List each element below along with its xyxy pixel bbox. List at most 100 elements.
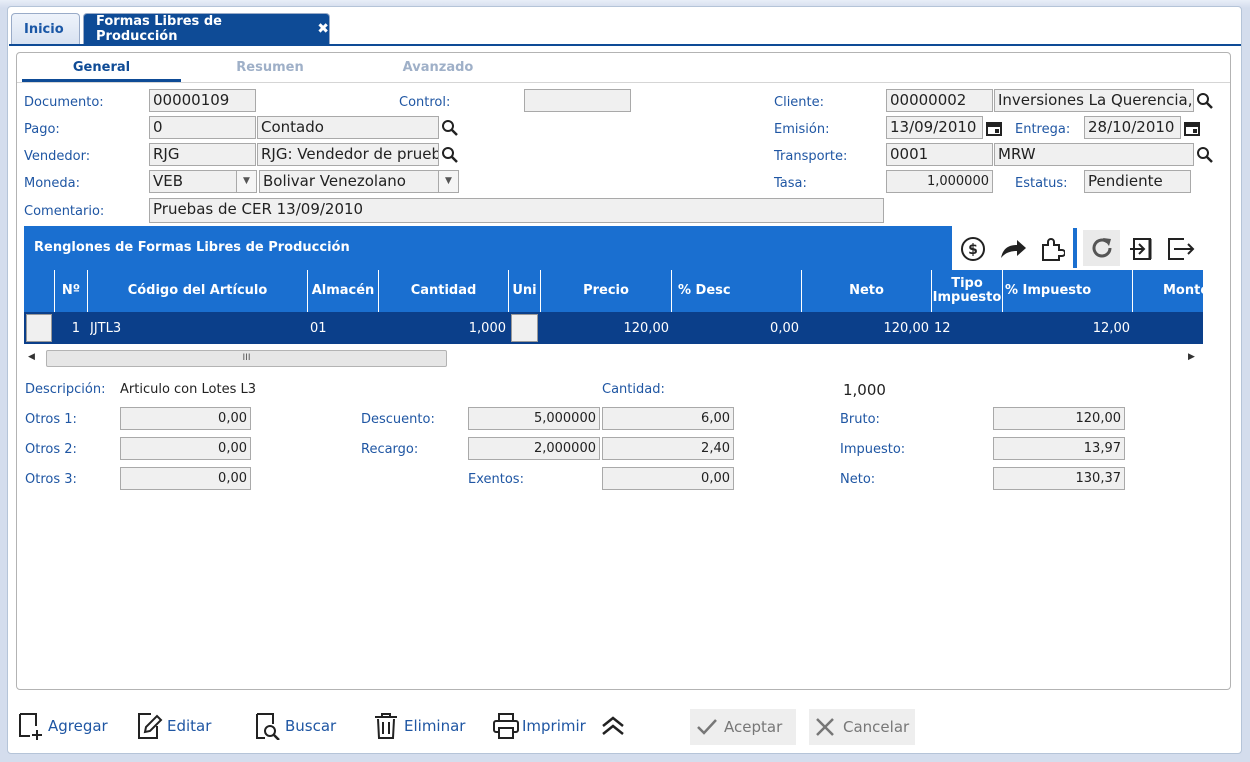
exit-icon[interactable] (1163, 234, 1199, 264)
column-header-n[interactable]: Nº (55, 270, 88, 312)
forward-icon[interactable] (997, 234, 1029, 264)
tab-formas-libres[interactable]: Formas Libres de Producción ✖ (83, 13, 330, 44)
search-button-label: Buscar (285, 717, 337, 735)
cell-neto: 120,00 (883, 320, 930, 336)
recargo-amt-field[interactable]: 2,40 (602, 437, 734, 460)
add-button[interactable]: Agregar (18, 712, 108, 740)
impuesto-field[interactable]: 13,97 (993, 437, 1125, 460)
search-icon[interactable] (440, 118, 460, 138)
tab-inicio-label: Inicio (24, 21, 64, 37)
cell-uni-box[interactable] (511, 314, 538, 342)
exentos-field[interactable]: 0,00 (602, 467, 734, 490)
chevron-down-icon[interactable]: ▼ (438, 171, 458, 192)
recargo-pct-field[interactable]: 2,000000 (468, 437, 600, 460)
cell-n: 1 (71, 320, 80, 336)
accept-button[interactable]: Aceptar (690, 709, 796, 745)
tasa-field[interactable]: 1,000000 (886, 170, 993, 193)
comentario-field[interactable]: Pruebas de CER 13/09/2010 (149, 198, 884, 223)
estatus-field[interactable]: Pendiente (1084, 170, 1191, 193)
column-header-precio[interactable]: Precio (541, 270, 672, 312)
column-header-almacen[interactable]: Almacén (308, 270, 379, 312)
close-icon[interactable]: ✖ (317, 21, 329, 37)
puzzle-icon[interactable] (1036, 234, 1068, 264)
calendar-icon[interactable] (984, 118, 1004, 138)
calendar-icon[interactable] (1182, 118, 1202, 138)
scroll-left-arrow-icon[interactable]: ◀ (28, 352, 35, 362)
subtab-general[interactable]: General (22, 60, 181, 80)
add-button-label: Agregar (48, 717, 108, 735)
scroll-right-arrow-icon[interactable]: ▶ (1188, 352, 1195, 362)
column-header-uni[interactable]: Uni (509, 270, 541, 312)
transporte-name-field[interactable]: MRW (994, 143, 1194, 166)
column-header-desc[interactable]: % Desc (672, 270, 802, 312)
cancel-button[interactable]: Cancelar (809, 709, 915, 745)
entrega-field[interactable]: 28/10/2010 (1084, 116, 1181, 139)
add-icon (19, 713, 42, 740)
chevron-up-double-icon[interactable] (601, 715, 625, 741)
transporte-label: Transporte: (774, 149, 848, 164)
otros2-field[interactable]: 0,00 (120, 437, 251, 460)
comentario-label: Comentario: (24, 204, 105, 219)
pago-name-field[interactable]: Contado (257, 116, 439, 139)
subtab-avanzado[interactable]: Avanzado (358, 60, 518, 80)
documento-field[interactable]: 00000109 (149, 89, 256, 112)
trash-icon (375, 713, 397, 739)
descuento-amt-field[interactable]: 6,00 (602, 407, 734, 430)
moneda-name-value: Bolivar Venezolano (263, 172, 406, 190)
toolbar-separator (1073, 228, 1077, 268)
print-button-label: Imprimir (522, 717, 586, 735)
emision-label: Emisión: (774, 122, 830, 137)
cliente-code-field[interactable]: 00000002 (886, 89, 993, 112)
printer-icon (493, 713, 519, 739)
insert-row-icon[interactable] (1125, 234, 1157, 264)
subtab-divider (17, 82, 1230, 83)
edit-button[interactable]: Editar (137, 712, 211, 740)
search-icon[interactable] (1195, 91, 1215, 111)
moneda-code-value: VEB (153, 172, 184, 190)
descuento-pct-field[interactable]: 5,000000 (468, 407, 600, 430)
edit-icon (138, 713, 163, 739)
moneda-code-select[interactable]: VEB ▼ (149, 170, 257, 193)
emision-field[interactable]: 13/09/2010 (886, 116, 983, 139)
delete-button[interactable]: Eliminar (374, 712, 465, 740)
column-header-pct-impuesto[interactable]: % Impuesto (1003, 270, 1133, 312)
refresh-icon[interactable] (1083, 230, 1120, 266)
subtab-resumen[interactable]: Resumen (190, 60, 350, 80)
moneda-name-select[interactable]: Bolivar Venezolano ▼ (259, 170, 459, 193)
control-field[interactable] (524, 89, 631, 112)
otros1-field[interactable]: 0,00 (120, 407, 251, 430)
currency-icon[interactable]: $ (958, 234, 988, 264)
tab-inicio[interactable]: Inicio (11, 13, 80, 44)
neto-field[interactable]: 130,37 (993, 467, 1125, 490)
documento-label: Documento: (24, 95, 104, 110)
cliente-name-field[interactable]: Inversiones La Querencia, C (994, 89, 1194, 112)
column-header-select[interactable] (24, 270, 55, 312)
edit-button-label: Editar (167, 717, 212, 735)
recargo-label: Recargo: (361, 442, 419, 457)
transporte-code-field[interactable]: 0001 (886, 143, 993, 166)
cancel-button-label: Cancelar (843, 718, 910, 736)
print-button[interactable]: Imprimir (493, 712, 586, 740)
check-icon (697, 719, 717, 735)
search-icon[interactable] (440, 145, 460, 165)
cell-pct-impuesto: 12,00 (1092, 320, 1130, 336)
pago-code-field[interactable]: 0 (149, 116, 256, 139)
vendedor-code-field[interactable]: RJG (149, 143, 256, 166)
scroll-thumb[interactable]: III (46, 350, 447, 367)
tab-underline (9, 44, 1241, 46)
otros1-label: Otros 1: (25, 412, 77, 427)
descripcion-value: Articulo con Lotes L3 (120, 382, 256, 397)
search-button[interactable]: Buscar (255, 712, 336, 740)
column-header-tipo-impuesto[interactable]: Tipo Impuesto (932, 270, 1003, 312)
vendedor-name-field[interactable]: RJG: Vendedor de prueba (257, 143, 439, 166)
otros3-field[interactable]: 0,00 (120, 467, 251, 490)
bruto-field[interactable]: 120,00 (993, 407, 1125, 430)
column-header-neto[interactable]: Neto (802, 270, 932, 312)
bruto-label: Bruto: (840, 412, 880, 427)
column-header-codigo[interactable]: Código del Artículo (88, 270, 308, 312)
column-header-cantidad[interactable]: Cantidad (379, 270, 509, 312)
chevron-down-icon[interactable]: ▼ (236, 171, 256, 192)
row-select-checkbox[interactable] (26, 314, 52, 342)
column-header-monto-impuesto[interactable]: Monto Impuesto (1133, 270, 1203, 312)
search-icon[interactable] (1195, 145, 1215, 165)
